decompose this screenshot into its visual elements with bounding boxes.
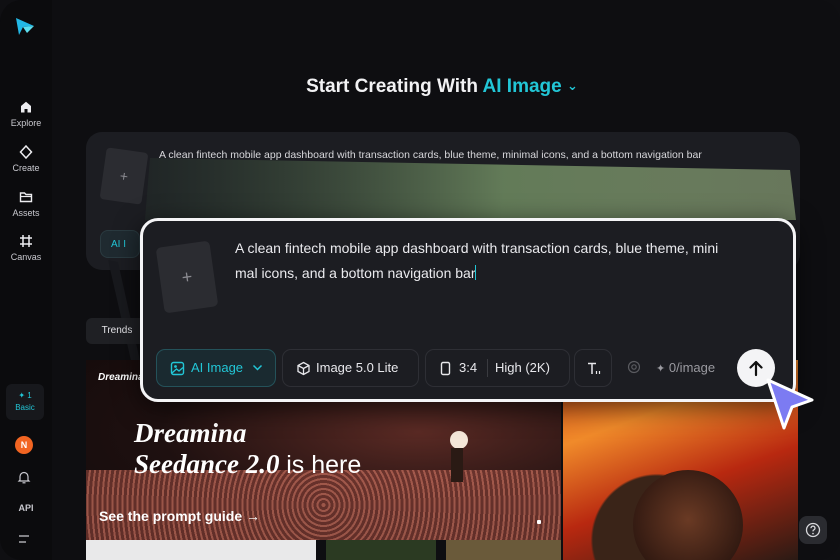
api-link[interactable]: API [0, 503, 52, 513]
promo-brand: Dreamina [98, 372, 144, 383]
prompt-guide-link[interactable]: See the prompt guide → [99, 508, 260, 524]
prompt-text-small: A clean fintech mobile app dashboard wit… [159, 149, 702, 161]
tab-trends[interactable]: Trends [86, 318, 148, 344]
canvas-grid-icon [20, 235, 32, 247]
reference-upload-button[interactable]: + [155, 240, 219, 314]
promo-title: Dreamina Seedance 2.0 is here [134, 418, 361, 481]
promo-title-line1: Dreamina [134, 418, 247, 448]
quality-label: High (2K) [495, 360, 550, 375]
gallery-item-thumb[interactable] [86, 540, 316, 560]
help-button[interactable] [799, 516, 827, 544]
sidebar-item-create[interactable]: Create [0, 145, 52, 173]
model-selector-label: Image 5.0 Lite [316, 360, 399, 375]
model-selector[interactable]: Image 5.0 Lite [282, 349, 419, 387]
aspect-ratio-label: 3:4 [459, 360, 478, 375]
sidebar-item-assets[interactable]: Assets [0, 190, 52, 218]
mode-selector[interactable]: AI Image [483, 76, 562, 97]
cube-icon [297, 361, 310, 376]
reference-upload-thumb-small[interactable]: + [99, 147, 149, 205]
sidebar-item-label: Canvas [10, 252, 42, 262]
sidebar-item-canvas[interactable]: Canvas [0, 234, 52, 262]
credit-cost: ✦ 0/image [656, 360, 715, 375]
sidebar-item-explore[interactable]: Explore [0, 100, 52, 128]
page-title: Start Creating With AI Image ⌄ [0, 76, 840, 98]
plan-tier: Basic [15, 403, 35, 412]
sidebar-item-label: Explore [10, 118, 42, 128]
chevron-down-icon [252, 364, 263, 371]
text-caret [475, 265, 477, 280]
text-style-button[interactable] [574, 349, 612, 387]
promo-title-line2: Seedance 2.0 [134, 449, 280, 479]
chevron-down-icon[interactable]: ⌄ [567, 78, 578, 93]
sidebar-item-label: Create [12, 163, 40, 173]
bell-icon[interactable] [17, 470, 31, 484]
sparkle-icon: ✦ [656, 363, 666, 375]
ratio-quality-selector[interactable]: 3:4 High (2K) [425, 349, 570, 387]
portrait-face-illustration [633, 470, 743, 560]
sparkle-diamond-icon [19, 145, 33, 159]
menu-icon[interactable] [17, 534, 31, 544]
divider [487, 359, 488, 377]
credit-cost-value: 0/image [668, 360, 716, 375]
app-window: Explore Create Assets Canvas ✦ 1 Basic N [0, 0, 840, 560]
cursor-pointer-icon [766, 378, 814, 430]
image-icon [170, 361, 185, 376]
mention-button[interactable] [617, 349, 640, 387]
home-icon [21, 101, 31, 113]
plan-badge[interactable]: ✦ 1 Basic [6, 384, 44, 420]
mode-dropdown[interactable]: AI Image [156, 349, 276, 387]
page-title-prefix: Start Creating With [306, 76, 478, 97]
mode-chip-label: AI I [111, 239, 127, 250]
at-icon [627, 360, 640, 374]
arrow-up-icon [749, 360, 763, 377]
mode-dropdown-label: AI Image [191, 360, 244, 375]
prompt-text-line: A clean fintech mobile app dashboard wit… [235, 240, 719, 256]
aspect-ratio-icon [440, 361, 451, 376]
credits-count: ✦ 1 [18, 391, 32, 400]
promo-title-tail: is here [286, 451, 362, 479]
dreamina-logo[interactable] [13, 14, 37, 38]
carousel-indicator[interactable] [537, 520, 541, 524]
help-icon [805, 522, 821, 538]
prompt-text-line: mal icons, and a bottom navigation bar [235, 265, 476, 281]
mode-chip-small[interactable]: AI I [100, 230, 140, 258]
prompt-input[interactable]: A clean fintech mobile app dashboard wit… [235, 236, 775, 286]
avatar[interactable]: N [15, 436, 33, 454]
folder-icon [19, 192, 33, 203]
promo-figure-illustration [450, 431, 468, 482]
sidebar-item-label: Assets [12, 208, 40, 218]
gallery-item-thumb[interactable] [446, 540, 561, 560]
text-format-icon [588, 362, 601, 374]
gallery-item-thumb[interactable] [326, 540, 436, 560]
